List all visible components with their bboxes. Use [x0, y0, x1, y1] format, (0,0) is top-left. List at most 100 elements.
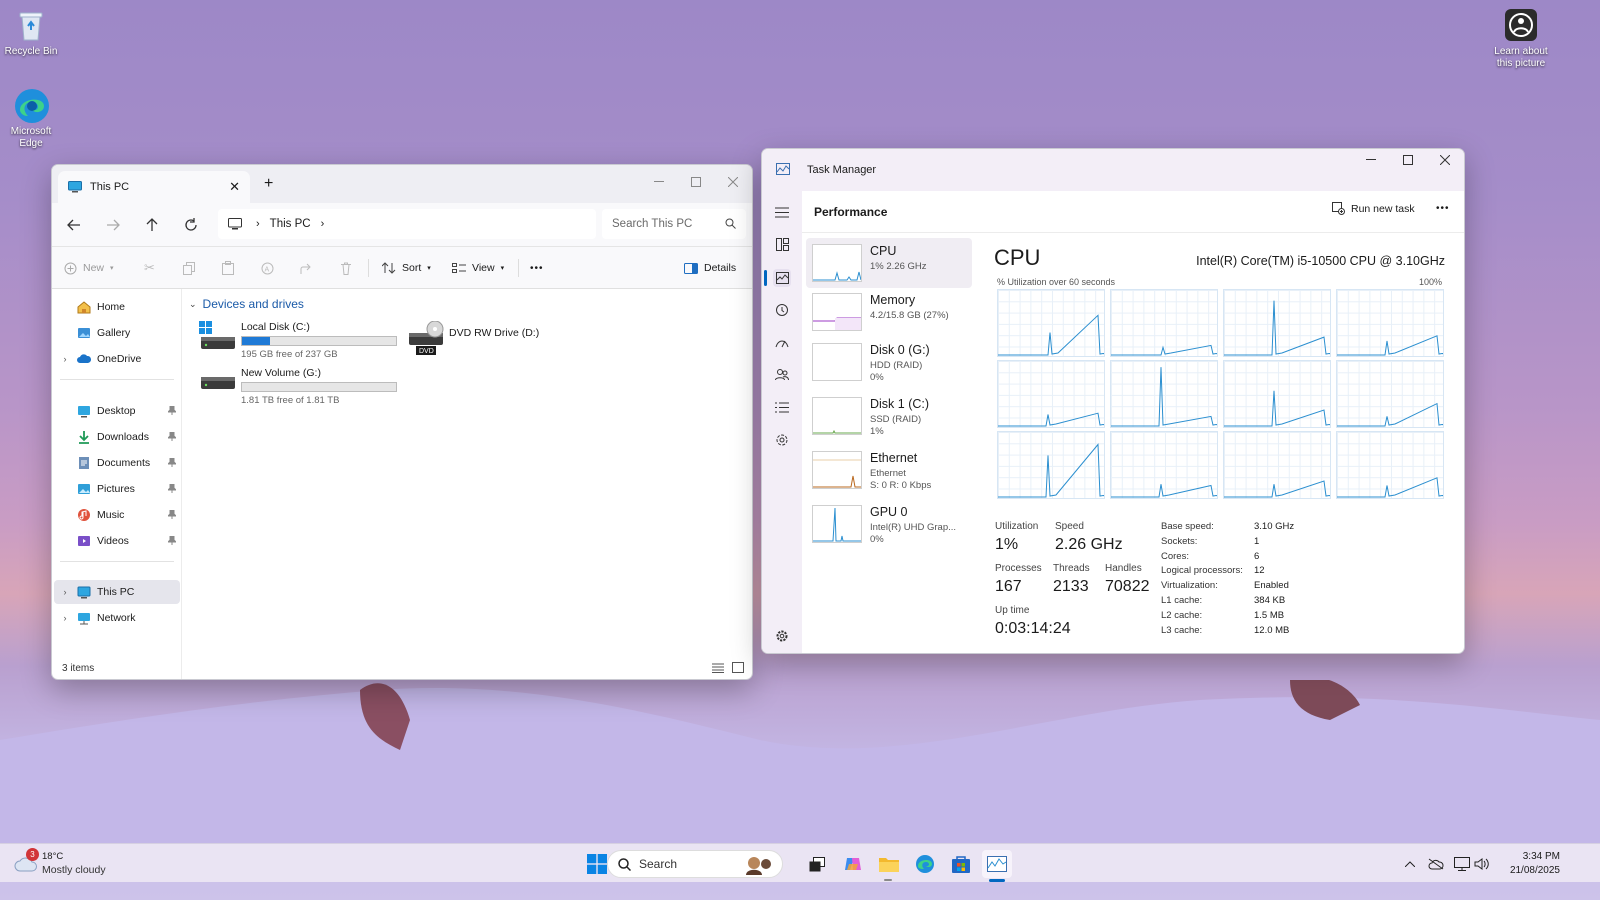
- edge-shortcut[interactable]: Microsoft Edge: [0, 88, 66, 150]
- address-bar[interactable]: › This PC ›: [218, 209, 596, 239]
- section-header-devices[interactable]: ⌄ Devices and drives: [189, 297, 304, 311]
- perf-item-detail: 1% 2.26 GHz: [870, 261, 927, 272]
- sort-label: Sort: [402, 262, 422, 274]
- task-view-icon[interactable]: [802, 850, 832, 878]
- drive-new-volume-g[interactable]: New Volume (G:) 1.81 TB free of 1.81 TB: [199, 367, 397, 406]
- file-explorer-window: This PC ✕ + › This PC › Search This PC N…: [51, 164, 753, 680]
- expand-chevron-icon[interactable]: ›: [54, 613, 76, 623]
- large-icons-view-icon[interactable]: [732, 662, 744, 673]
- close-button[interactable]: [1426, 149, 1464, 177]
- new-button[interactable]: New ▾: [64, 254, 114, 282]
- weather-widget[interactable]: 3 18°C Mostly cloudy: [12, 848, 122, 880]
- minimize-button[interactable]: [640, 165, 678, 199]
- sidebar-item-gallery[interactable]: Gallery: [54, 321, 180, 345]
- perf-item-cpu[interactable]: CPU 1% 2.26 GHz: [806, 238, 972, 288]
- copy-icon[interactable]: [183, 254, 195, 282]
- perf-item-ethernet[interactable]: Ethernet Ethernet S: 0 R: 0 Kbps: [806, 445, 972, 495]
- perf-item-disk-0[interactable]: Disk 0 (G:) HDD (RAID) 0%: [806, 337, 972, 387]
- perf-item-disk-1[interactable]: Disk 1 (C:) SSD (RAID) 1%: [806, 391, 972, 441]
- task-manager-taskbar-icon[interactable]: [982, 850, 1012, 878]
- cut-icon[interactable]: ✂: [144, 254, 155, 282]
- copilot-icon[interactable]: [838, 850, 868, 878]
- sidebar-item-music[interactable]: Music: [54, 503, 180, 527]
- drive-dvd-rw-d[interactable]: DVD DVD RW Drive (D:): [407, 321, 539, 359]
- pin-icon[interactable]: [168, 484, 176, 493]
- expand-chevron-icon[interactable]: ›: [54, 587, 76, 597]
- maximize-button[interactable]: [677, 165, 715, 199]
- pin-icon[interactable]: [168, 510, 176, 519]
- sort-button[interactable]: Sort ▾: [382, 254, 431, 282]
- utilization-history-line: [1111, 484, 1217, 498]
- tab-this-pc[interactable]: This PC ✕: [58, 171, 250, 203]
- store-taskbar-icon[interactable]: [946, 850, 976, 878]
- maximize-button[interactable]: [1389, 149, 1427, 177]
- recycle-bin-shortcut[interactable]: Recycle Bin: [0, 8, 66, 58]
- weather-temperature: 18°C: [42, 851, 64, 862]
- delete-icon[interactable]: [340, 254, 352, 282]
- clock[interactable]: 3:34 PM 21/08/2025: [1496, 850, 1560, 878]
- perf-item-gpu-0[interactable]: GPU 0 Intel(R) UHD Grap... 0%: [806, 499, 972, 549]
- svg-text:A: A: [265, 266, 270, 273]
- sidebar-item-downloads[interactable]: Downloads: [54, 425, 180, 449]
- processes-icon[interactable]: [773, 235, 791, 253]
- paste-icon[interactable]: [222, 254, 234, 282]
- details-list-icon[interactable]: [773, 398, 791, 416]
- file-explorer-taskbar-icon[interactable]: [874, 850, 904, 878]
- sidebar-item-pictures[interactable]: Pictures: [54, 477, 180, 501]
- expand-chevron-icon[interactable]: ›: [54, 354, 76, 364]
- item-count: 3 items: [62, 663, 95, 674]
- sidebar-item-documents[interactable]: Documents: [54, 451, 180, 475]
- sidebar-item-videos[interactable]: Videos: [54, 529, 180, 553]
- refresh-button[interactable]: [177, 211, 205, 239]
- new-tab-icon[interactable]: +: [264, 175, 273, 193]
- drive-usage-bar: [241, 382, 397, 392]
- sidebar-item-label: Gallery: [97, 327, 131, 339]
- sidebar-item-this-pc[interactable]: › This PC: [54, 580, 180, 604]
- tab-close-icon[interactable]: ✕: [229, 179, 240, 195]
- settings-gear-icon[interactable]: [773, 627, 791, 645]
- recycle-bin-icon: [14, 8, 48, 42]
- sidebar-item-network[interactable]: › Network: [54, 606, 180, 630]
- run-new-task-button[interactable]: Run new task: [1332, 202, 1415, 215]
- services-icon[interactable]: [773, 431, 791, 449]
- app-history-icon[interactable]: [773, 301, 791, 319]
- performance-icon[interactable]: [773, 269, 791, 287]
- taskbar-search[interactable]: Search: [607, 850, 783, 878]
- edge-taskbar-icon[interactable]: [910, 850, 940, 878]
- learn-about-picture-shortcut[interactable]: Learn about this picture: [1486, 8, 1556, 70]
- wallpaper-foreground: [0, 680, 1600, 860]
- rename-icon[interactable]: A: [261, 254, 274, 282]
- minimize-button[interactable]: [1352, 149, 1390, 177]
- pin-icon[interactable]: [168, 536, 176, 545]
- up-button[interactable]: [138, 211, 166, 239]
- sidebar-item-onedrive[interactable]: › OneDrive: [54, 347, 180, 371]
- close-button[interactable]: [714, 165, 752, 199]
- sidebar-item-home[interactable]: Home: [54, 295, 180, 319]
- utilization-history-line: [1337, 335, 1443, 356]
- hamburger-menu-icon[interactable]: [773, 203, 791, 221]
- pin-icon[interactable]: [168, 432, 176, 441]
- drive-local-disk-c[interactable]: Local Disk (C:) 195 GB free of 237 GB: [199, 321, 397, 360]
- back-button[interactable]: [60, 211, 88, 239]
- perf-item-memory[interactable]: Memory 4.2/15.8 GB (27%): [806, 287, 972, 337]
- volume-icon[interactable]: [1467, 850, 1497, 878]
- forward-button[interactable]: [99, 211, 127, 239]
- breadcrumb-this-pc[interactable]: This PC: [270, 218, 311, 230]
- share-icon[interactable]: [300, 254, 313, 282]
- pin-icon[interactable]: [168, 406, 176, 415]
- perf-item-detail: SSD (RAID): [870, 414, 922, 425]
- details-pane-icon: [684, 262, 698, 274]
- search-box[interactable]: Search This PC: [602, 209, 746, 239]
- pin-icon[interactable]: [168, 458, 176, 467]
- sidebar-item-desktop[interactable]: Desktop: [54, 399, 180, 423]
- view-button[interactable]: View ▾: [452, 254, 504, 282]
- taskbar: 3 18°C Mostly cloudy Search 3:34 PM 21/0…: [0, 843, 1600, 882]
- more-options-button[interactable]: •••: [1436, 203, 1450, 214]
- details-button[interactable]: Details: [684, 254, 736, 282]
- utilization-history-line: [1337, 477, 1443, 498]
- startup-apps-icon[interactable]: [773, 333, 791, 351]
- see-more-button[interactable]: •••: [530, 254, 544, 282]
- chevron-right-icon[interactable]: ›: [321, 218, 325, 230]
- details-view-icon[interactable]: [712, 663, 724, 673]
- users-icon[interactable]: [773, 365, 791, 383]
